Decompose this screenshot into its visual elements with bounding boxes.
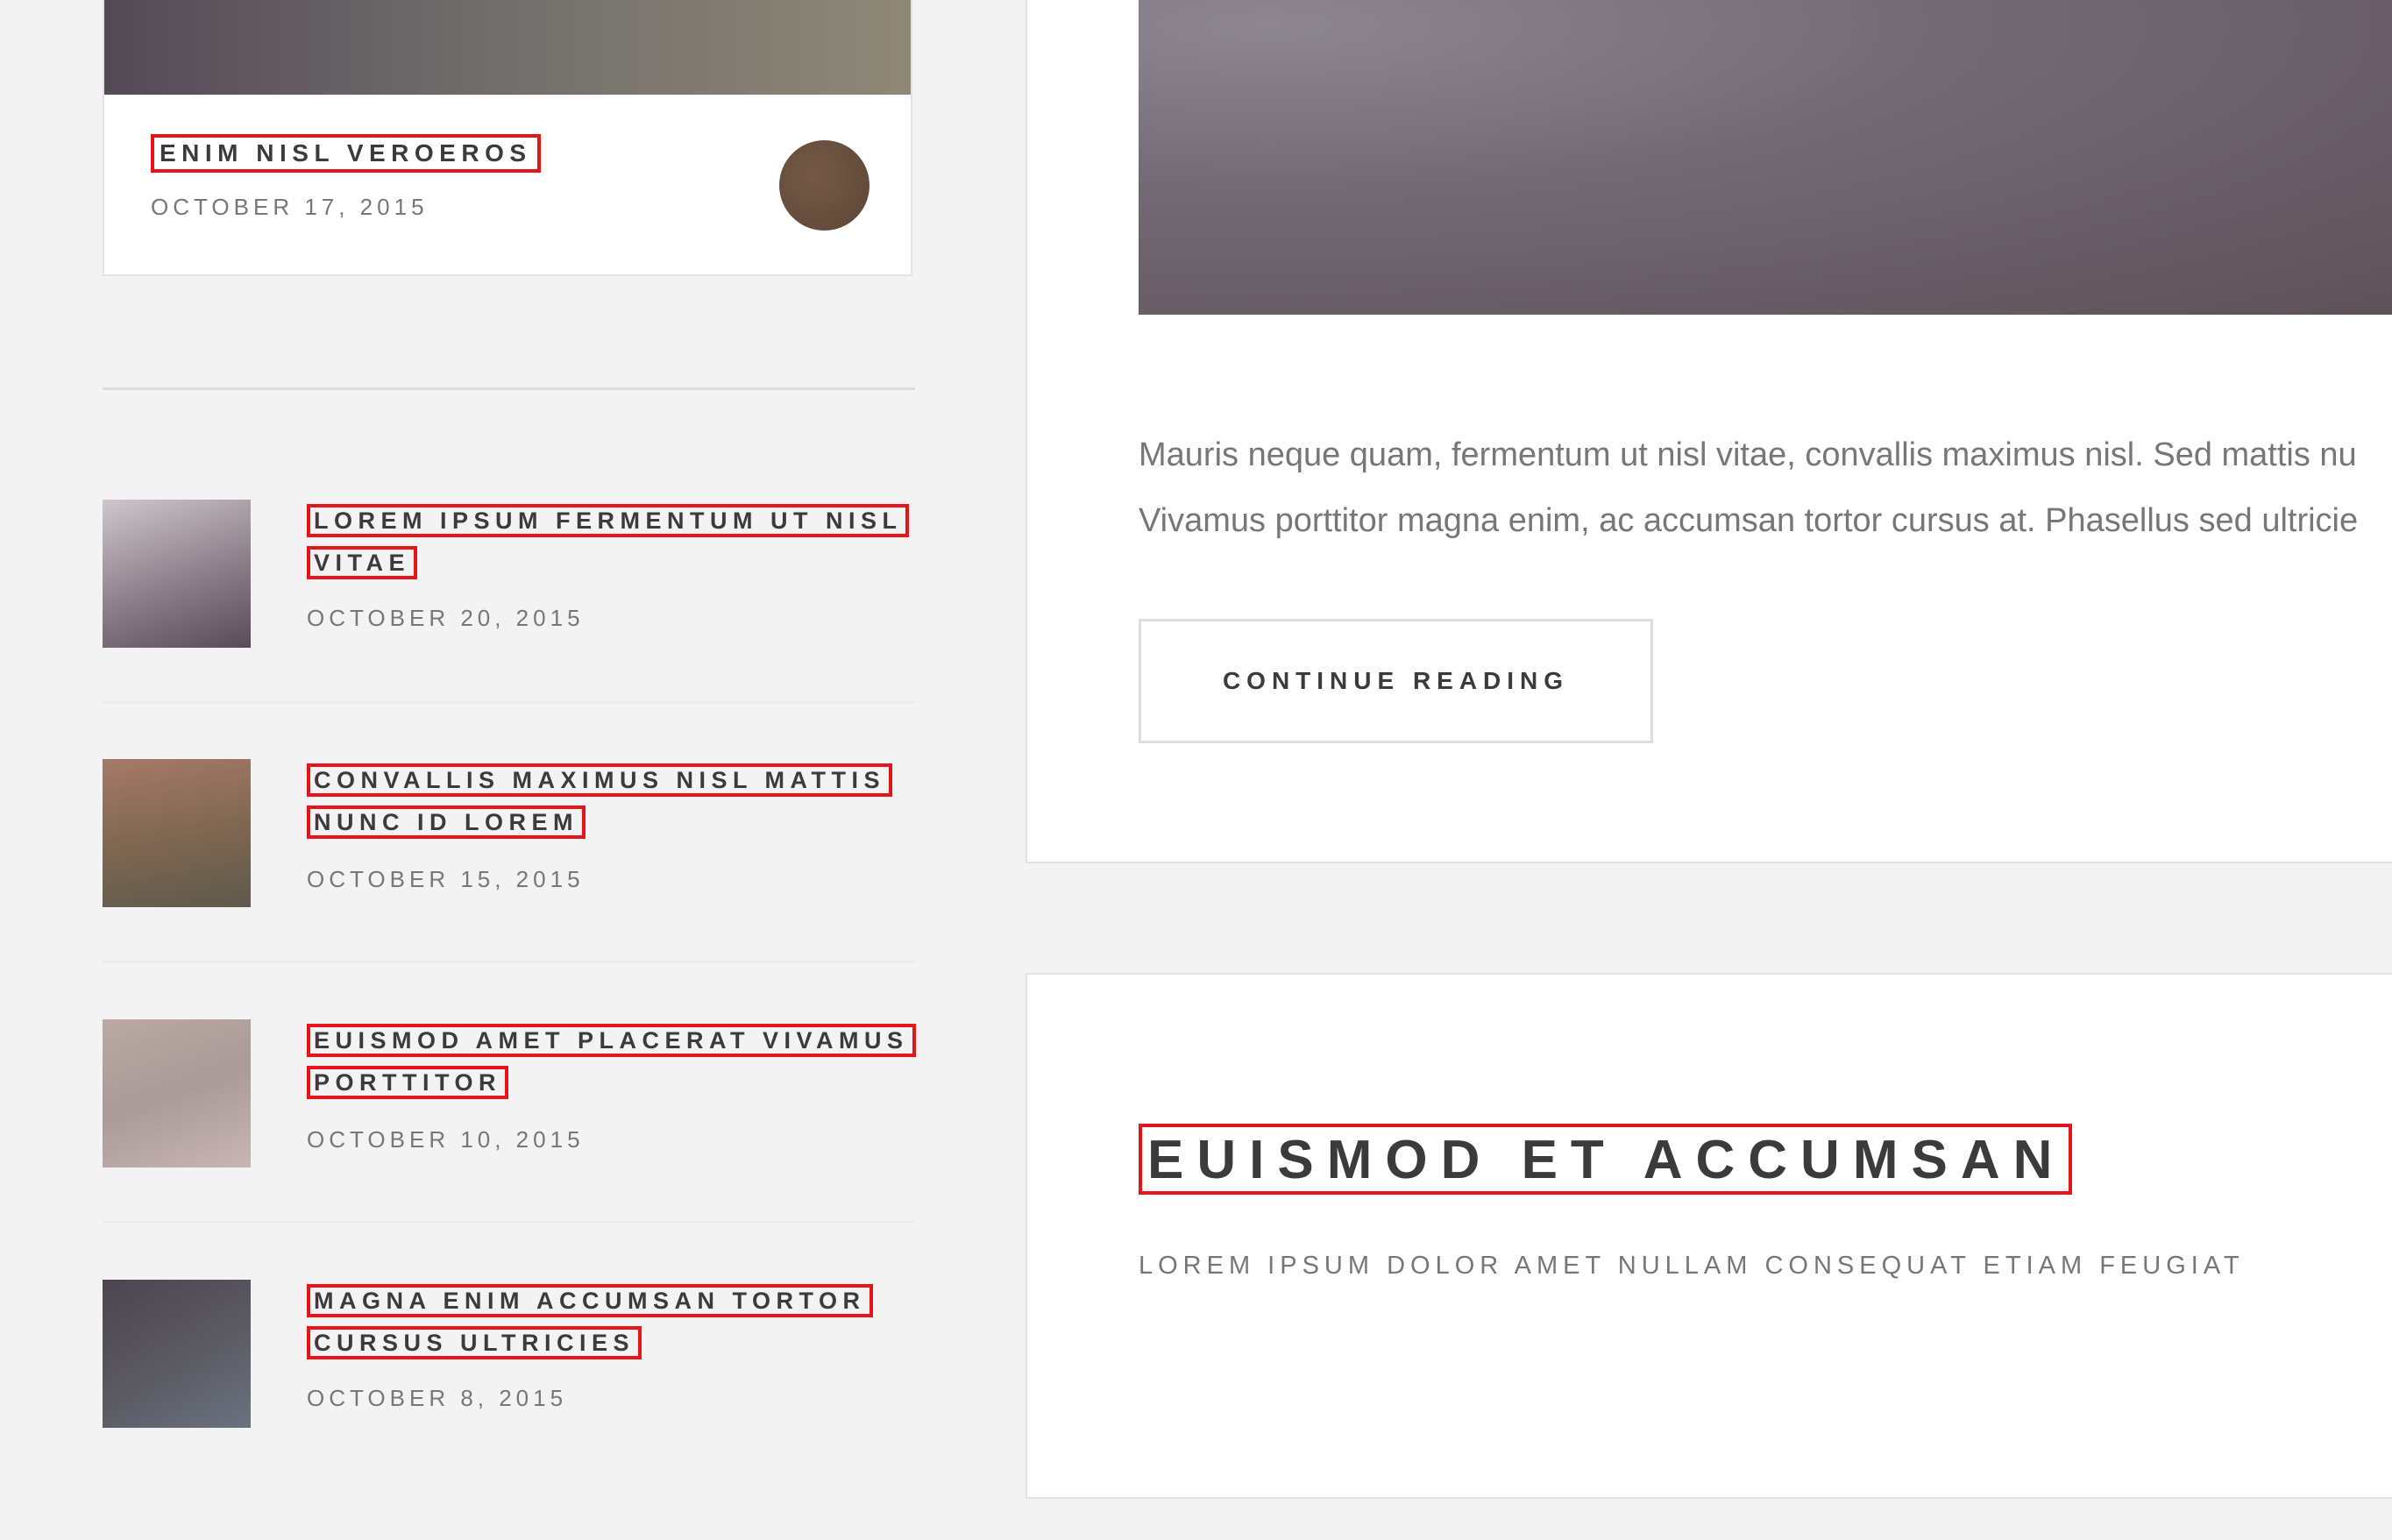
article-title-text[interactable]: EUISMOD ET ACCUMSAN xyxy=(1139,1124,2073,1195)
article-title[interactable]: EUISMOD ET ACCUMSAN xyxy=(1139,1124,2073,1195)
list-item[interactable]: LOREM IPSUM FERMENTUM UT NISL VITAE OCTO… xyxy=(103,500,915,760)
post-title[interactable]: EUISMOD AMET PLACERAT VIVAMUS PORTTITOR xyxy=(307,1019,920,1104)
post-date: OCTOBER 8, 2015 xyxy=(307,1385,568,1411)
post-thumbnail[interactable] xyxy=(103,759,251,907)
featured-post-title-text[interactable]: ENIM NISL VEROEROS xyxy=(151,134,541,173)
post-excerpt: Mauris neque quam, fermentum ut nisl vit… xyxy=(1139,422,2392,554)
excerpt-line: Mauris neque quam, fermentum ut nisl vit… xyxy=(1139,436,2357,473)
post-date: OCTOBER 15, 2015 xyxy=(307,866,585,892)
divider xyxy=(103,961,915,962)
post-thumbnail[interactable] xyxy=(103,1019,251,1167)
continue-reading-button[interactable]: CONTINUE READING xyxy=(1139,619,1653,743)
article-subtitle: LOREM IPSUM DOLOR AMET NULLAM CONSEQUAT … xyxy=(1139,1252,2245,1280)
featured-post-date: OCTOBER 17, 2015 xyxy=(151,194,429,220)
divider xyxy=(103,1221,915,1223)
post-card: Mauris neque quam, fermentum ut nisl vit… xyxy=(1026,0,2392,863)
featured-post-card[interactable]: ENIM NISL VEROEROS OCTOBER 17, 2015 xyxy=(103,0,912,276)
post-hero-image[interactable] xyxy=(1139,0,2392,315)
post-date: OCTOBER 10, 2015 xyxy=(307,1126,585,1153)
divider xyxy=(103,701,915,703)
featured-post-image[interactable] xyxy=(104,0,911,95)
post-date: OCTOBER 20, 2015 xyxy=(307,605,585,631)
post-title[interactable]: LOREM IPSUM FERMENTUM UT NISL VITAE xyxy=(307,500,920,584)
post-thumbnail[interactable] xyxy=(103,500,251,648)
article-card: EUISMOD ET ACCUMSAN LOREM IPSUM DOLOR AM… xyxy=(1026,973,2392,1499)
featured-post-title[interactable]: ENIM NISL VEROEROS xyxy=(151,134,541,173)
excerpt-line: Vivamus porttitor magna enim, ac accumsa… xyxy=(1139,502,2359,539)
author-avatar[interactable] xyxy=(779,140,869,231)
list-item[interactable]: CONVALLIS MAXIMUS NISL MATTIS NUNC ID LO… xyxy=(103,759,915,1019)
list-item[interactable]: EUISMOD AMET PLACERAT VIVAMUS PORTTITOR … xyxy=(103,1019,916,1280)
sidebar-divider xyxy=(103,387,915,390)
list-item[interactable]: MAGNA ENIM ACCUMSAN TORTOR CURSUS ULTRIC… xyxy=(103,1280,915,1540)
post-title[interactable]: CONVALLIS MAXIMUS NISL MATTIS NUNC ID LO… xyxy=(307,759,920,843)
post-title[interactable]: MAGNA ENIM ACCUMSAN TORTOR CURSUS ULTRIC… xyxy=(307,1280,920,1364)
